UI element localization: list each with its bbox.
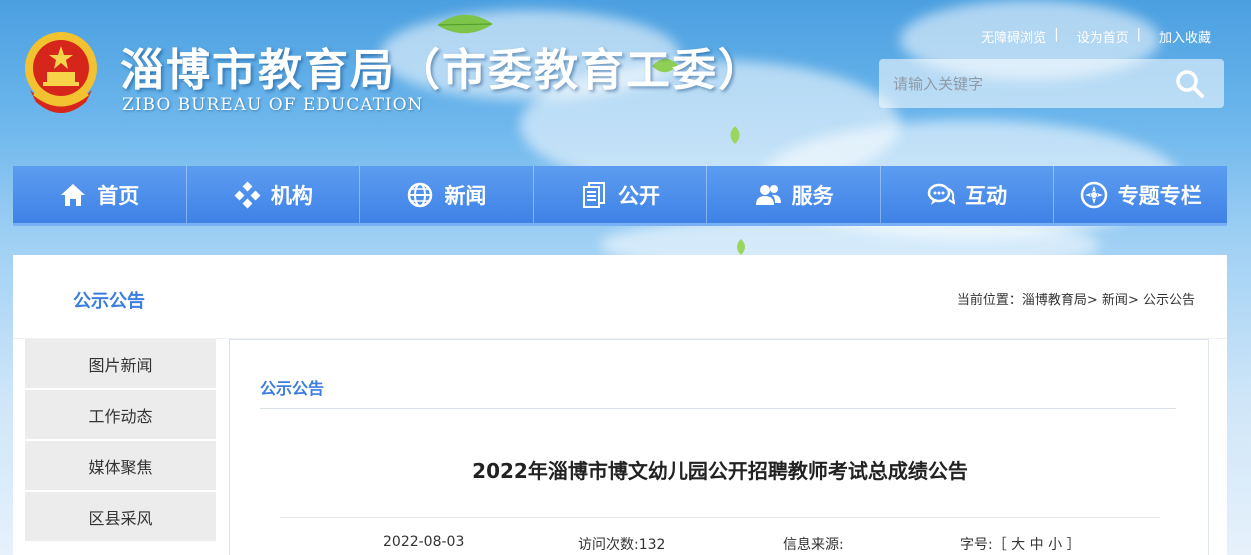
add-favorite-link[interactable]: 加入收藏: [1159, 27, 1211, 46]
nav-label: 互动: [965, 183, 1008, 208]
divider: [280, 517, 1160, 518]
home-icon: [61, 183, 86, 206]
nav-item-news[interactable]: 新闻: [360, 166, 534, 223]
breadcrumb: 当前位置：淄博教育局> 新闻> 公示公告: [957, 289, 1195, 308]
nav-label: 首页: [97, 183, 140, 208]
nav-label: 新闻: [444, 183, 487, 208]
nav-item-organization[interactable]: 机构: [187, 166, 361, 223]
content-panel: 公示公告 当前位置：淄博教育局> 新闻> 公示公告 图片新闻 工作动态 媒体聚焦…: [13, 255, 1227, 555]
nav-label: 公开: [618, 183, 661, 208]
sidebar: 图片新闻 工作动态 媒体聚焦 区县采风: [25, 339, 216, 543]
section-title: 公示公告: [260, 379, 325, 398]
site-title: 淄博市教育局（市委教育工委）: [120, 45, 764, 96]
users-icon: [755, 184, 781, 205]
font-size-control[interactable]: 字号:［ 大 中 小 ］: [960, 534, 1081, 554]
breadcrumb-link[interactable]: 淄博教育局: [1022, 293, 1087, 308]
set-homepage-link[interactable]: 设为首页: [1077, 27, 1129, 46]
sidebar-item-work-updates[interactable]: 工作动态: [25, 390, 216, 441]
breadcrumb-prefix: 当前位置：: [956, 293, 1022, 308]
breadcrumb-separator: >: [1086, 293, 1098, 308]
breadcrumb-link[interactable]: 公示公告: [1143, 293, 1195, 308]
nav-item-service[interactable]: 服务: [707, 166, 881, 223]
nav-item-home[interactable]: 首页: [13, 166, 187, 223]
organization-icon: [234, 181, 261, 208]
leaf-icon: [730, 126, 740, 144]
article-title: 2022年淄博市博文幼儿园公开招聘教师考试总成绩公告: [472, 459, 968, 483]
nav-label: 专题专栏: [1117, 183, 1202, 208]
compass-icon: [1080, 181, 1107, 208]
article-area: 公示公告 2022年淄博市博文幼儿园公开招聘教师考试总成绩公告 2022-08-…: [229, 339, 1209, 555]
national-emblem-logo: [25, 32, 97, 113]
info-source: 信息来源:: [783, 537, 844, 553]
top-links: 无障碍浏览 | 设为首页 | 加入收藏: [981, 27, 1211, 46]
search-input[interactable]: [879, 74, 1159, 93]
sidebar-item-district-reports[interactable]: 区县采风: [25, 492, 216, 543]
nav-item-interaction[interactable]: 互动: [881, 166, 1055, 223]
nav-item-public[interactable]: 公开: [534, 166, 708, 223]
site-subtitle: ZIBO BUREAU OF EDUCATION: [122, 95, 424, 115]
accessibility-link[interactable]: 无障碍浏览: [981, 27, 1046, 46]
divider: [260, 408, 1176, 409]
documents-icon: [583, 181, 606, 208]
breadcrumb-separator: >: [1127, 293, 1139, 308]
link-separator: |: [1136, 27, 1141, 42]
panel-header: 公示公告 当前位置：淄博教育局> 新闻> 公示公告: [13, 255, 1227, 339]
main-navigation: 首页 机构 新闻 公开 服务 互动 专题专栏: [13, 166, 1227, 226]
search-icon[interactable]: [1174, 68, 1206, 100]
nav-item-special-topics[interactable]: 专题专栏: [1054, 166, 1227, 223]
visit-count: 访问次数:132: [578, 537, 666, 553]
nav-label: 机构: [270, 183, 313, 208]
panel-title: 公示公告: [73, 291, 145, 312]
nav-label: 服务: [791, 183, 834, 208]
chat-icon: [927, 183, 956, 205]
globe-icon: [408, 182, 433, 207]
sidebar-item-photo-news[interactable]: 图片新闻: [25, 339, 216, 390]
link-separator: |: [1054, 27, 1059, 42]
search-box: [879, 59, 1224, 108]
leaf-icon: [737, 239, 745, 255]
publish-date: 2022-08-03: [383, 534, 465, 550]
sidebar-item-media-focus[interactable]: 媒体聚焦: [25, 441, 216, 492]
breadcrumb-link[interactable]: 新闻: [1102, 293, 1128, 308]
